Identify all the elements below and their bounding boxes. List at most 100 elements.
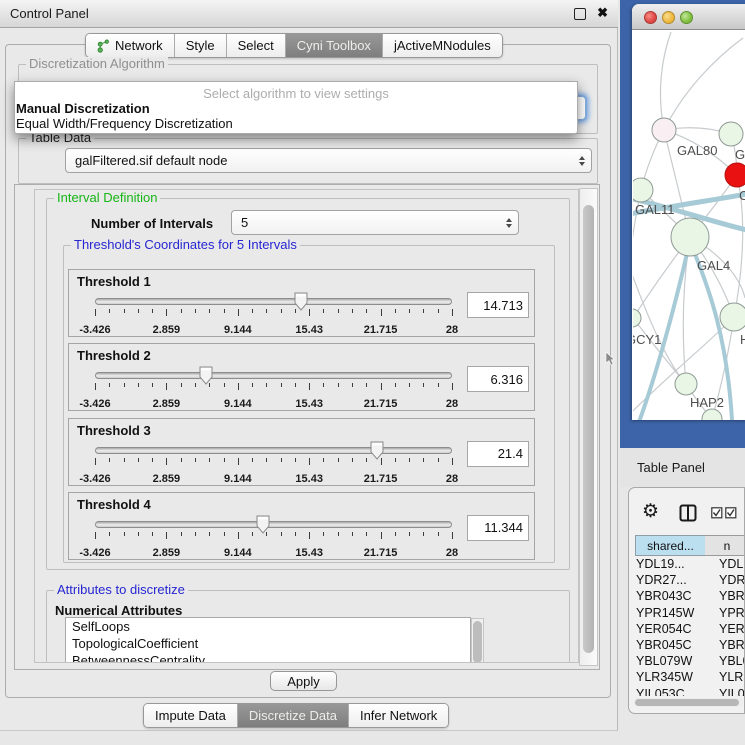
column-header-shared-name[interactable]: shared... — [635, 535, 706, 556]
node-label: GAL80 — [677, 143, 717, 158]
minimize-window-icon[interactable] — [662, 11, 675, 24]
slider-track[interactable] — [95, 447, 452, 454]
tick-label: 9.144 — [224, 398, 252, 410]
cell-name: YDL1 — [719, 557, 745, 571]
slider-track[interactable] — [95, 298, 452, 305]
tick-mark — [452, 383, 453, 390]
network-edge[interactable] — [660, 32, 671, 130]
tick-mark — [409, 532, 410, 536]
network-node-gal80[interactable] — [652, 118, 676, 142]
cell-shared-name: YBL079W — [636, 654, 692, 668]
tick-mark — [395, 383, 396, 387]
table-panel-titlebar: Table Panel — [620, 448, 745, 487]
threshold-slider[interactable]: -3.4262.8599.14415.4321.71528 — [95, 517, 452, 561]
threshold-slider[interactable]: -3.4262.8599.14415.4321.71528 — [95, 294, 452, 338]
tick-mark — [224, 532, 225, 536]
column-layout-icon[interactable] — [679, 504, 697, 522]
tick-label: 9.144 — [224, 473, 252, 485]
tick-mark — [109, 458, 110, 462]
attribute-item-topologicalcoefficient[interactable]: TopologicalCoefficient — [66, 635, 470, 652]
scrollbar-thumb[interactable] — [583, 205, 594, 653]
tick-label: 28 — [446, 398, 458, 410]
tick-mark — [252, 309, 253, 313]
mode-tab-discretize-data[interactable]: Discretize Data — [238, 704, 349, 727]
attribute-item-betweennesscentrality[interactable]: BetweennessCentrality — [66, 652, 470, 663]
panel-title: Control Panel — [10, 6, 89, 21]
gear-icon[interactable]: ⚙ — [642, 502, 659, 521]
tick-mark — [338, 458, 339, 462]
threshold-value-field[interactable]: 11.344 — [467, 515, 529, 541]
threshold-value-field[interactable]: 14.713 — [467, 292, 529, 318]
tick-mark — [381, 532, 382, 539]
slider-handle[interactable] — [294, 292, 308, 311]
threshold-value-field[interactable]: 21.4 — [467, 441, 529, 467]
network-node-gal11[interactable] — [633, 178, 653, 202]
network-node-hap2[interactable] — [675, 373, 697, 395]
node-label: GAL4 — [697, 258, 730, 273]
tick-mark — [381, 309, 382, 316]
tick-mark — [423, 532, 424, 536]
table-row[interactable]: YBR043CYBR0 — [635, 589, 745, 605]
table-row[interactable]: YPR145WYPR1 — [635, 606, 745, 622]
threshold-slider[interactable]: -3.4262.8599.14415.4321.71528 — [95, 368, 452, 412]
network-node-c[interactable] — [725, 163, 745, 187]
tab-select[interactable]: Select — [227, 34, 286, 57]
attributes-list-scrollbar[interactable] — [471, 618, 484, 663]
tab-cyni-toolbox[interactable]: Cyni Toolbox — [286, 34, 383, 57]
tab-style[interactable]: Style — [175, 34, 227, 57]
cell-shared-name: YER054C — [636, 622, 692, 636]
close-window-icon[interactable] — [644, 11, 657, 24]
slider-handle[interactable] — [370, 441, 384, 460]
network-view-window: GAL80GACGAL11GAL4GCY1HHAP2 — [632, 4, 745, 420]
mode-tab-infer-network[interactable]: Infer Network — [349, 704, 448, 727]
settings-panel-scrollbar[interactable] — [579, 188, 598, 666]
number-of-intervals-combobox[interactable]: 5 — [231, 210, 519, 235]
table-row[interactable]: YDL19...YDL1 — [635, 557, 745, 573]
network-node-h[interactable] — [720, 303, 745, 331]
table-horizontal-scrollbar[interactable] — [634, 698, 743, 707]
slider-handle[interactable] — [199, 366, 213, 385]
settings-viewport: Interval Definition Number of Intervals … — [34, 189, 579, 663]
scrollbar-thumb[interactable] — [473, 621, 482, 663]
tick-mark — [95, 532, 96, 539]
tick-mark — [238, 309, 239, 316]
attribute-item-selfloops[interactable]: SelfLoops — [66, 618, 470, 635]
checkbox-pair-icon[interactable] — [711, 507, 737, 519]
network-window-titlebar[interactable] — [632, 4, 745, 30]
dropdown-option-manual-discretization[interactable]: Manual Discretization — [15, 101, 577, 116]
table-data-combobox[interactable]: galFiltered.sif default node — [65, 148, 592, 173]
apply-button[interactable]: Apply — [270, 671, 337, 691]
tab-jactivemnodules[interactable]: jActiveMNodules — [383, 34, 502, 57]
slider-track[interactable] — [95, 372, 452, 379]
zoom-window-icon[interactable] — [680, 11, 693, 24]
tab-label: Network — [115, 38, 163, 53]
threshold-slider[interactable]: -3.4262.8599.14415.4321.71528 — [95, 443, 452, 487]
network-node-ga[interactable] — [719, 122, 743, 146]
network-edge[interactable] — [664, 38, 743, 130]
network-node-gcy1[interactable] — [633, 309, 641, 327]
float-window-icon[interactable] — [574, 8, 586, 20]
scrollbar-thumb[interactable] — [635, 699, 739, 706]
table-row[interactable]: YDR27...YDR2 — [635, 573, 745, 589]
mode-tab-impute-data[interactable]: Impute Data — [144, 704, 238, 727]
slider-track[interactable] — [95, 521, 452, 528]
tick-mark — [109, 383, 110, 387]
numerical-attributes-list[interactable]: SelfLoopsTopologicalCoefficientBetweenne… — [65, 617, 471, 663]
network-node-gal4[interactable] — [671, 218, 709, 256]
table-row[interactable]: YBR045CYBR0 — [635, 638, 745, 654]
dropdown-option-equal-width-frequency-discretization[interactable]: Equal Width/Frequency Discretization — [15, 116, 577, 131]
tab-network[interactable]: Network — [86, 34, 175, 57]
threshold-value-field[interactable]: 6.316 — [467, 366, 529, 392]
tick-mark — [152, 532, 153, 536]
table-row[interactable]: YIL053CYIL0 — [635, 687, 745, 696]
table-row[interactable]: YLR345WYLR3 — [635, 670, 745, 686]
table-data-value: galFiltered.sif default node — [66, 153, 227, 168]
table-row[interactable]: YBL079WYBL0 — [635, 654, 745, 670]
threshold-label: Threshold 3 — [77, 423, 151, 438]
tick-mark — [209, 532, 210, 536]
slider-handle[interactable] — [256, 515, 270, 534]
table-row[interactable]: YER054CYER0 — [635, 622, 745, 638]
column-header-name[interactable]: n — [705, 535, 745, 556]
network-canvas[interactable]: GAL80GACGAL11GAL4GCY1HHAP2 — [633, 30, 745, 420]
close-panel-icon[interactable]: ✖ — [597, 5, 608, 21]
